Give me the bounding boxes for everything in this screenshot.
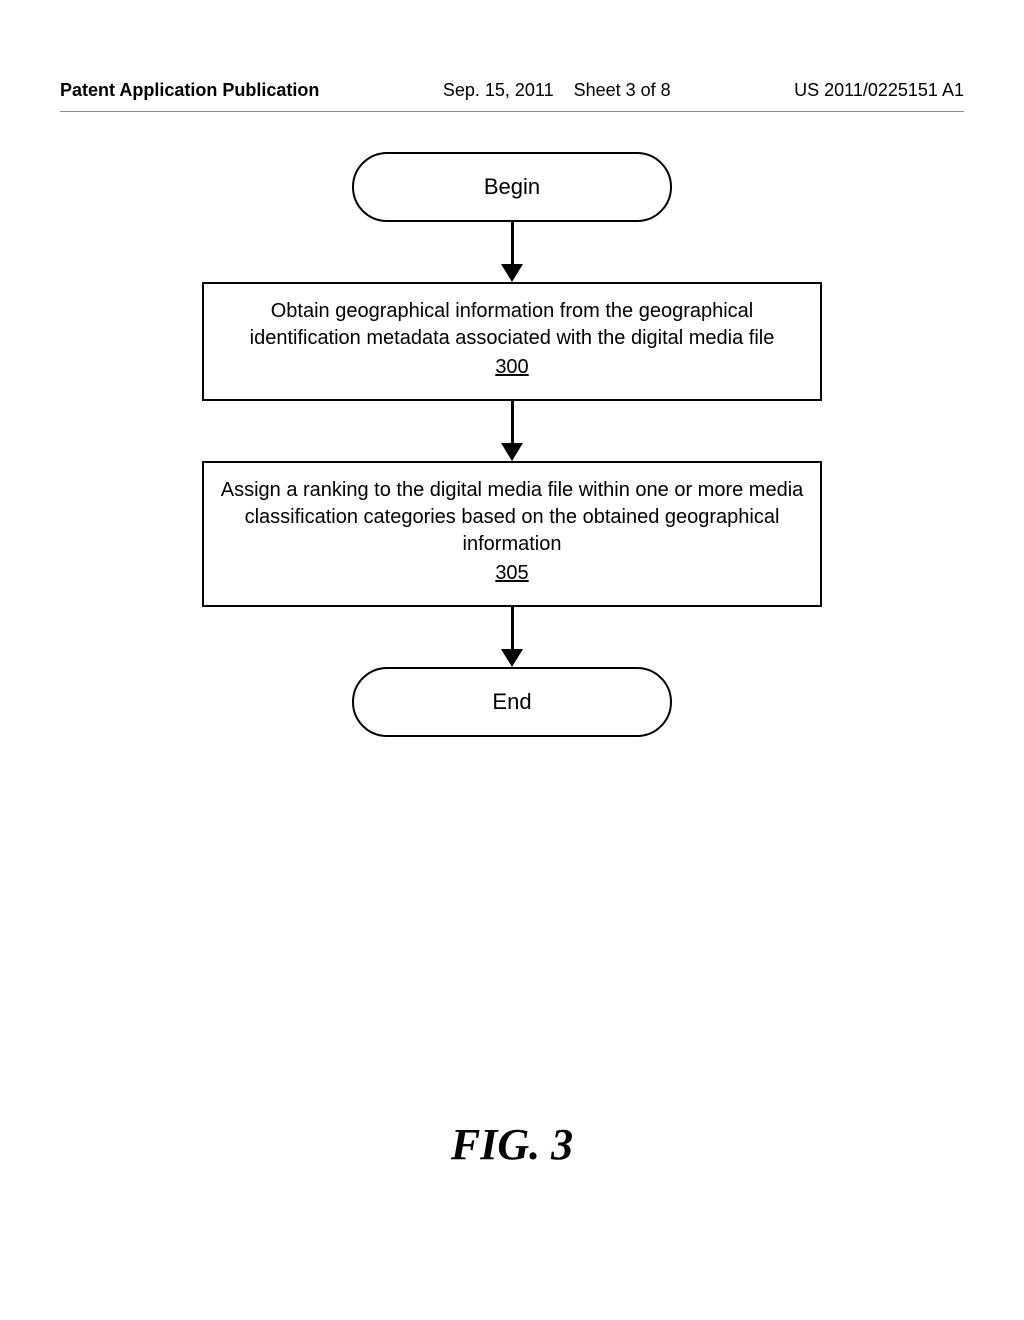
terminator-end: End [352,667,672,737]
terminator-end-label: End [492,689,531,715]
process-step-300-ref: 300 [218,354,806,381]
arrow-head-icon [501,264,523,282]
process-step-305-ref: 305 [218,560,806,587]
process-step-300: Obtain geographical information from the… [202,282,822,401]
arrow-1 [501,222,523,282]
header-date-sheet: Sep. 15, 2011 Sheet 3 of 8 [443,80,671,101]
header-sheet: Sheet 3 of 8 [574,80,671,100]
arrow-head-icon [501,649,523,667]
arrow-head-icon [501,443,523,461]
header-date: Sep. 15, 2011 [443,80,554,100]
arrow-shaft [511,401,514,443]
arrow-2 [501,401,523,461]
figure-label: FIG. 3 [0,1119,1024,1170]
header-divider [60,111,964,112]
page-header: Patent Application Publication Sep. 15, … [60,80,964,101]
terminator-begin-label: Begin [484,174,540,200]
process-step-305: Assign a ranking to the digital media fi… [202,461,822,607]
arrow-3 [501,607,523,667]
terminator-begin: Begin [352,152,672,222]
arrow-shaft [511,607,514,649]
arrow-shaft [511,222,514,264]
header-publication-type: Patent Application Publication [60,80,319,101]
header-pub-number: US 2011/0225151 A1 [794,80,964,101]
flowchart: Begin Obtain geographical information fr… [202,152,822,737]
process-step-300-text: Obtain geographical information from the… [250,300,775,349]
process-step-305-text: Assign a ranking to the digital media fi… [221,479,804,555]
